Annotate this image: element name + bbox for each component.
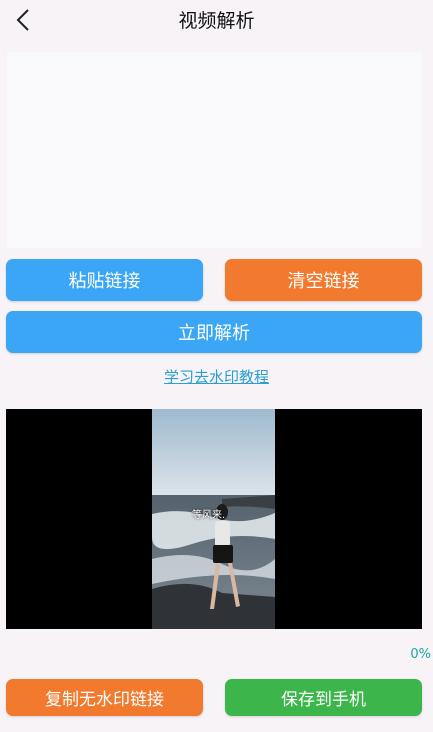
- save-to-phone-button[interactable]: 保存到手机: [225, 679, 422, 716]
- parse-now-button[interactable]: 立即解析: [6, 311, 422, 353]
- progress-percent: 0%: [410, 647, 431, 662]
- page-title: 视频解析: [178, 10, 255, 32]
- link-input[interactable]: [7, 52, 421, 248]
- watermark-tutorial-link[interactable]: 学习去水印教程: [0, 366, 433, 387]
- top-bar: 视频解析: [0, 0, 433, 42]
- video-caption: 等风来.: [192, 510, 226, 521]
- paste-link-button[interactable]: 粘贴链接: [6, 259, 203, 301]
- clear-link-button[interactable]: 清空链接: [225, 259, 422, 301]
- copy-link-button[interactable]: 复制无水印链接: [6, 679, 203, 716]
